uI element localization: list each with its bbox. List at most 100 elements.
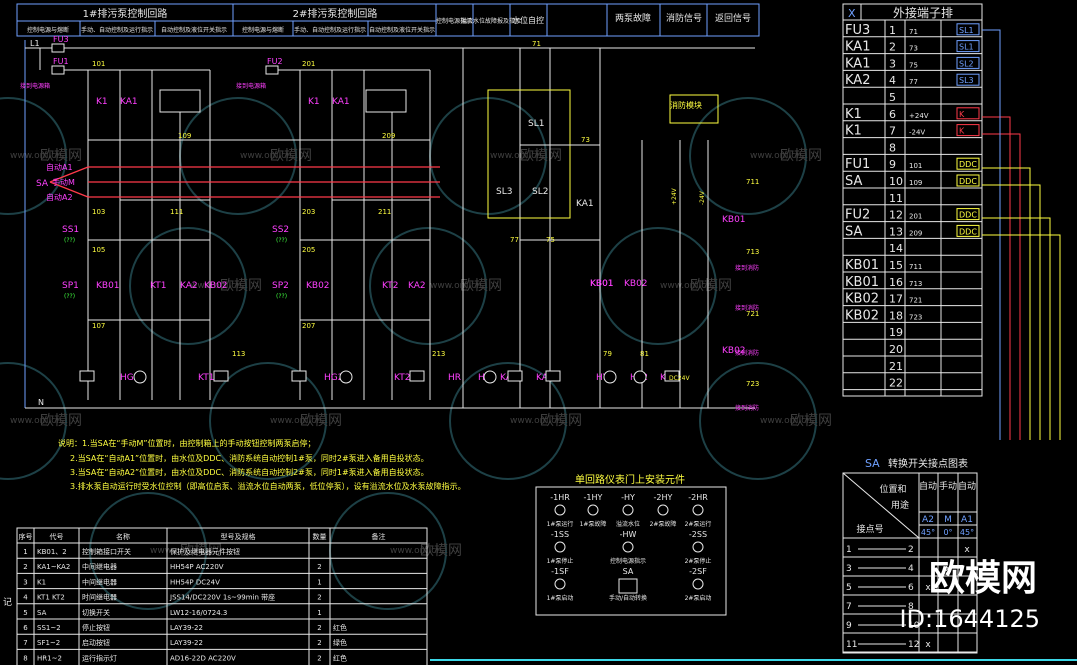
bom-cell: 4 <box>23 594 28 602</box>
mode-label-m: 手动M <box>52 177 75 187</box>
component-label: KB02 <box>204 281 228 291</box>
panel-item-label: 2#泵故障 <box>650 520 677 528</box>
header-subcell-6: 自动控制及液位开关指示 <box>369 26 435 34</box>
bom-cell: HH54P AC220V <box>170 563 224 571</box>
terminal-row-number: 19 <box>889 326 903 339</box>
component-label: SP1 <box>62 281 79 291</box>
relay-coil <box>213 370 229 382</box>
wire-number: 77 <box>510 236 519 244</box>
bom-cell: 5 <box>23 609 27 617</box>
terminal-row-number: 3 <box>889 57 896 70</box>
line-label-l1: L1 <box>30 39 40 48</box>
sa-col-name: 自动 <box>919 480 937 492</box>
fuse-label-fu3: FU3 <box>53 35 69 44</box>
bom-header: 序号 <box>19 532 33 541</box>
sa-header-pos: 位置和 <box>879 483 906 495</box>
watermark-url: www.om.cn <box>10 151 62 161</box>
terminal-row-name: FU1 <box>845 157 870 172</box>
sa-row-end: 2 <box>908 545 914 555</box>
sa-table-prefix: SA <box>865 457 880 470</box>
header-cell-6: 两泵故障 <box>615 12 651 24</box>
sa-col-code: A2 <box>922 515 934 525</box>
terminal-tag: K <box>959 127 965 136</box>
watermark-url: www.om.cn <box>270 416 322 426</box>
terminal-trace-wires <box>982 29 1061 440</box>
relay-coil <box>545 370 561 382</box>
sa-col-name: 自动 <box>958 480 976 492</box>
component-label: K1 <box>308 97 320 107</box>
sa-row-contact: 1 <box>846 545 852 555</box>
relay-tag-3: (??) <box>276 237 287 244</box>
panel-lamp-icon <box>587 504 599 516</box>
watermark-url: www.om.cn <box>390 546 442 556</box>
panel-item-code: -1SS <box>551 530 569 539</box>
terminal-row-number: 10 <box>889 175 903 188</box>
bom-cell: KT1 KT2 <box>37 594 65 602</box>
terminal-row-number: 20 <box>889 343 903 356</box>
panel-item-label: 1#泵停止 <box>547 557 574 565</box>
note-line-2: 2.当SA在“自动A1”位置时，由水位及DDC、消防系统自动控制1#泵，同时2#… <box>70 453 429 463</box>
sa-table-title: 转换开关接点图表 <box>888 457 968 470</box>
panel-item-label: 1#泵启动 <box>547 594 574 602</box>
bom-header: 名称 <box>116 532 130 541</box>
header-subcell-2: 手动、自动控制及运行指示 <box>81 26 153 34</box>
panel-item-code: -1SF <box>551 567 569 576</box>
bom-cell: 8 <box>23 654 27 662</box>
side-note-2: 接到电源箱 <box>236 82 266 90</box>
terminal-row-number: 13 <box>889 225 903 238</box>
bom-cell: 红色 <box>333 623 347 632</box>
panel-item-code: -HY <box>621 493 635 502</box>
panel-item-code: -1HY <box>584 493 603 502</box>
terminal-row-wire: 711 <box>909 263 922 271</box>
wire-number: 71 <box>532 40 541 48</box>
sa-switch-label: SA <box>36 179 49 189</box>
sa-col-angle: 0° <box>943 528 952 537</box>
panel-item-label: 控制电源指示 <box>610 557 646 565</box>
header-cell-5: 水位自控 <box>512 15 544 25</box>
panel-lamp-icon <box>622 541 634 553</box>
component-label: HR <box>448 373 461 383</box>
bom-cell: 2 <box>317 639 321 647</box>
panel-item-code: -2SF <box>689 567 707 576</box>
sa-row-mark: x <box>964 545 970 555</box>
panel-lamp-icon <box>554 541 566 553</box>
terminal-row-number: 9 <box>889 158 896 171</box>
wire-number: 201 <box>302 60 315 68</box>
wire-number: 113 <box>232 350 245 358</box>
terminal-tag: DDC <box>959 160 977 169</box>
watermark-url: www.om.cn <box>760 416 812 426</box>
terminal-row-name: SA <box>845 174 862 189</box>
relay-tag-2: (??) <box>64 293 75 300</box>
terminal-row-name: KB02 <box>845 292 879 307</box>
terminal-row-number: 15 <box>889 259 903 272</box>
terminal-tag: SL3 <box>959 76 974 85</box>
header-bar: 1#排污泵控制回路 2#排污泵控制回路 控制电源指示 溢流水位故障报及指示 水位… <box>16 3 760 37</box>
corner-watermark-brand: 欧模网 <box>929 558 1037 599</box>
wire-number: 105 <box>92 246 105 254</box>
terminal-row-number: 14 <box>889 242 903 255</box>
voltage-plus: +24V <box>671 187 678 205</box>
panel-title: 单回路仪表门上安装元件 <box>575 473 685 486</box>
fire-module-label: 消防模块 <box>670 100 702 110</box>
header-cell-1: 1#排污泵控制回路 <box>83 7 168 20</box>
terminal-tag: DDC <box>959 177 977 186</box>
bom-cell: 2 <box>317 654 321 662</box>
terminal-row-wire: 75 <box>909 61 918 69</box>
terminal-row-number: 6 <box>889 108 896 121</box>
bom-cell: KA1~KA2 <box>37 563 70 571</box>
bom-cell: 保护及继电器元件按钮 <box>170 547 240 556</box>
bom-cell: 2 <box>23 563 27 571</box>
bom-cell: LW12-16/0724.3 <box>170 609 227 617</box>
side-note-6: 接到消防 <box>735 404 759 412</box>
watermark-url: www.om.cn <box>660 281 712 291</box>
bom-cell: 2 <box>317 563 321 571</box>
terminal-row-number: 11 <box>889 192 903 205</box>
indicator-lamp <box>133 370 147 384</box>
watermark-url: www.om.cn <box>510 416 562 426</box>
sa-row-contact: 9 <box>846 621 852 631</box>
corner-watermark-id: ID:1644125 <box>899 605 1040 633</box>
header-cell-2: 2#排污泵控制回路 <box>293 7 378 20</box>
bom-header: 型号及规格 <box>221 532 256 541</box>
indicator-lamp <box>483 370 497 384</box>
terminal-tag: SL1 <box>959 43 974 52</box>
